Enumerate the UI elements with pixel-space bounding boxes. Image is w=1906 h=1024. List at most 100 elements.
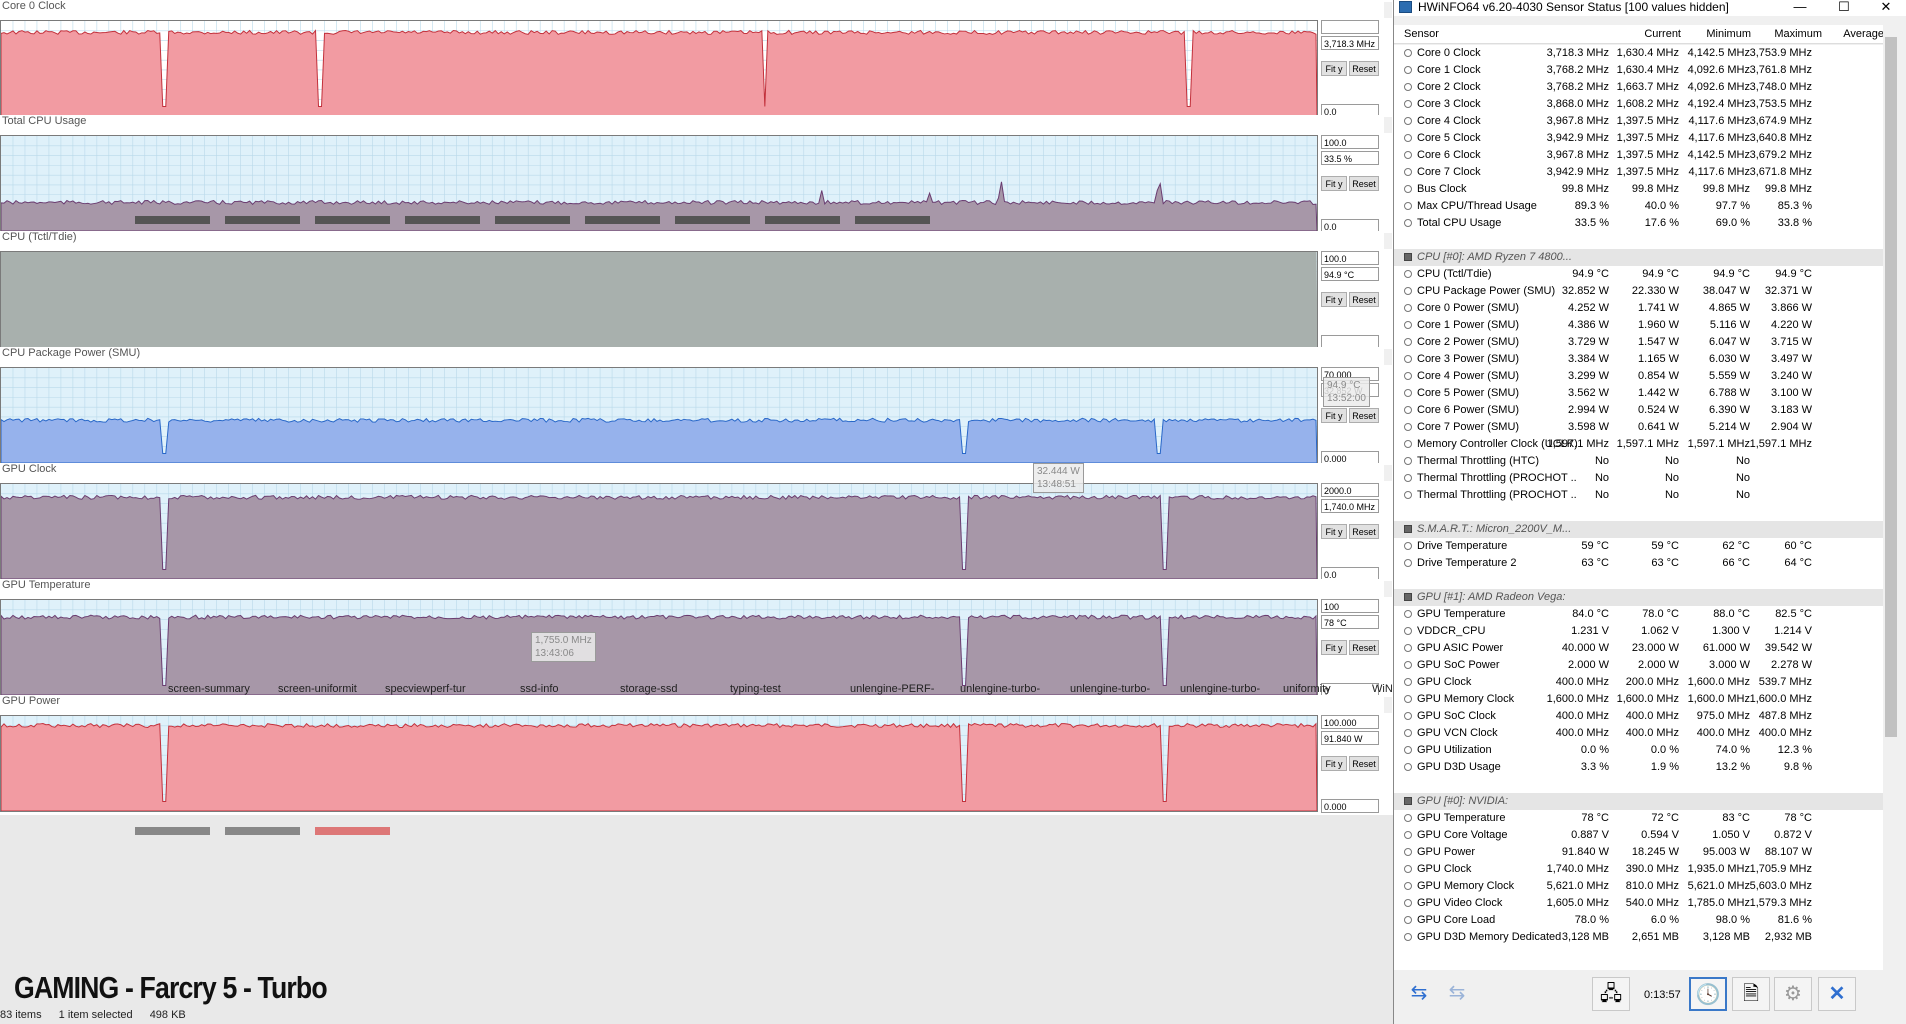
sensor-row[interactable]: Thermal Throttling (PROCHOT ... No No No	[1394, 470, 1884, 487]
sensor-row[interactable]: Total CPU Usage 33.5 % 17.6 % 69.0 % 33.8 %	[1394, 215, 1884, 232]
graph-min-field[interactable]: 0.000	[1321, 799, 1379, 813]
reset-button[interactable]: Reset	[1349, 524, 1379, 539]
fit-y-button[interactable]: Fit y	[1321, 176, 1347, 191]
sensor-minimum: 6.0 %	[1650, 914, 1679, 926]
graph-max-field[interactable]: 100	[1321, 599, 1379, 613]
col-sensor[interactable]: Sensor	[1404, 28, 1439, 40]
sensor-row[interactable]: Core 7 Power (SMU) 3.598 W 0.641 W 5.214 W2…	[1394, 419, 1884, 436]
reset-button[interactable]: Reset	[1349, 61, 1379, 76]
sensor-row[interactable]: Core 4 Power (SMU) 3.299 W 0.854 W 5.559 W3…	[1394, 368, 1884, 385]
sensor-row[interactable]: Memory Controller Clock (UCLK) 1,597.1 MH…	[1394, 436, 1884, 453]
maximize-button[interactable]: ☐	[1822, 0, 1866, 16]
sensor-row[interactable]: Core 1 Power (SMU) 4.386 W 1.960 W 5.116 W4…	[1394, 317, 1884, 334]
sensor-row[interactable]: VDDCR_CPU 1.231 V 1.062 V 1.300 V 1.214 V	[1394, 623, 1884, 640]
sensor-row[interactable]: Core 5 Clock 3,942.9 MHz 1,397.5 MHz 4,117.…	[1394, 130, 1884, 147]
fit-y-button[interactable]: Fit y	[1321, 408, 1347, 423]
sensor-row[interactable]: Core 6 Clock 3,967.8 MHz 1,397.5 MHz 4,142.…	[1394, 147, 1884, 164]
clock-icon[interactable]: 🕓	[1689, 977, 1727, 1011]
scrollbar-thumb[interactable]	[1885, 37, 1897, 737]
col-average[interactable]: Average	[1812, 28, 1884, 40]
sensor-row[interactable]: Core 1 Clock 3,768.2 MHz 1,630.4 MHz 4,092.…	[1394, 62, 1884, 79]
sensor-row[interactable]: GPU SoC Clock 400.0 MHz 400.0 MHz 975.0 MHz…	[1394, 708, 1884, 725]
graph-max-field[interactable]: 100.000	[1321, 715, 1379, 729]
reset-button[interactable]: Reset	[1349, 640, 1379, 655]
nav-left-right-icon[interactable]: ⇆	[1400, 977, 1438, 1011]
fit-y-button[interactable]: Fit y	[1321, 61, 1347, 76]
sensor-row[interactable]: GPU Utilization 0.0 % 0.0 % 74.0 % 12.3 %	[1394, 742, 1884, 759]
explorer-file-name[interactable]: uniformity	[1283, 683, 1331, 695]
reset-button[interactable]: Reset	[1349, 756, 1379, 771]
minimize-button[interactable]: —	[1778, 0, 1822, 16]
sensor-row[interactable]: CPU Package Power (SMU) 32.852 W 22.330 W3…	[1394, 283, 1884, 300]
sensor-row[interactable]: GPU Core Voltage 0.887 V 0.594 V 1.050 V 0.8…	[1394, 827, 1884, 844]
explorer-file-name[interactable]: screen-summary	[168, 683, 250, 695]
sensor-row[interactable]: Bus Clock 99.8 MHz 99.8 MHz 99.8 MHz 99.8 MH…	[1394, 181, 1884, 198]
fit-y-button[interactable]: Fit y	[1321, 524, 1347, 539]
sensor-row[interactable]: GPU Memory Clock 5,621.0 MHz 810.0 MHz 5,62…	[1394, 878, 1884, 895]
sensor-row[interactable]: GPU D3D Memory Dedicated 3,128 MB 2,651 MB…	[1394, 929, 1884, 946]
graph-max-field[interactable]: 100.0	[1321, 135, 1379, 149]
fit-y-button[interactable]: Fit y	[1321, 640, 1347, 655]
sensor-row[interactable]: Core 0 Power (SMU) 4.252 W 1.741 W 4.865 W3…	[1394, 300, 1884, 317]
report-icon[interactable]: 🗎	[1732, 977, 1770, 1011]
sensor-row[interactable]: Core 4 Clock 3,967.8 MHz 1,397.5 MHz 4,117.…	[1394, 113, 1884, 130]
sensor-row[interactable]: Max CPU/Thread Usage 89.3 % 40.0 % 97.7 % 85…	[1394, 198, 1884, 215]
explorer-file-name[interactable]: typing-test	[730, 683, 781, 695]
explorer-file-name[interactable]: storage-ssd	[620, 683, 677, 695]
graph-max-field[interactable]: 100.0	[1321, 251, 1379, 265]
sensor-row[interactable]: GPU SoC Power 2.000 W 2.000 W 3.000 W 2.278 …	[1394, 657, 1884, 674]
explorer-file-name[interactable]: unlengine-turbo-	[1180, 683, 1260, 695]
sensor-group-row[interactable]: CPU [#0]: AMD Ryzen 7 4800...	[1394, 249, 1884, 266]
sensor-group-row[interactable]: S.M.A.R.T.: Micron_2200V_M...	[1394, 521, 1884, 538]
sensor-row[interactable]: GPU Core Load 78.0 % 6.0 % 98.0 % 81.6 %	[1394, 912, 1884, 929]
sensor-row[interactable]: Core 6 Power (SMU) 2.994 W 0.524 W 6.390 W3…	[1394, 402, 1884, 419]
fit-y-button[interactable]: Fit y	[1321, 292, 1347, 307]
explorer-file-name[interactable]: specviewperf-tur	[385, 683, 466, 695]
graph-max-field[interactable]	[1321, 20, 1379, 34]
reset-button[interactable]: Reset	[1349, 292, 1379, 307]
col-minimum[interactable]: Minimum	[1679, 28, 1751, 40]
sensor-row[interactable]: Core 2 Clock 3,768.2 MHz 1,663.7 MHz 4,092.…	[1394, 79, 1884, 96]
sensor-row[interactable]: Core 7 Clock 3,942.9 MHz 1,397.5 MHz 4,117.…	[1394, 164, 1884, 181]
close-icon[interactable]: ✕	[1818, 977, 1856, 1011]
nav-right-icon[interactable]: ⇆	[1438, 977, 1476, 1011]
explorer-file-name[interactable]: screen-uniformit	[278, 683, 357, 695]
network-icon[interactable]: 🖧	[1592, 977, 1630, 1011]
sensor-row[interactable]: GPU Power 91.840 W 18.245 W 95.003 W 88.107 …	[1394, 844, 1884, 861]
sensor-row[interactable]: Drive Temperature 59 °C 59 °C 62 °C 60 °C	[1394, 538, 1884, 555]
explorer-file-name[interactable]: ssd-info	[520, 683, 559, 695]
sensor-group-row[interactable]: GPU [#1]: AMD Radeon Vega:	[1394, 589, 1884, 606]
explorer-file-name[interactable]: unlengine-turbo-	[960, 683, 1040, 695]
sensor-row[interactable]: CPU (Tctl/Tdie) 94.9 °C 94.9 °C 94.9 °C 94.9…	[1394, 266, 1884, 283]
sensor-row[interactable]: GPU Memory Clock 1,600.0 MHz 1,600.0 MHz 1,…	[1394, 691, 1884, 708]
sensor-row[interactable]: Core 3 Power (SMU) 3.384 W 1.165 W 6.030 W3…	[1394, 351, 1884, 368]
sensor-row[interactable]: GPU Temperature 84.0 °C 78.0 °C 88.0 °C 82.5…	[1394, 606, 1884, 623]
explorer-file-name[interactable]: WiN	[1372, 683, 1393, 695]
sensor-group-row[interactable]: GPU [#0]: NVIDIA:	[1394, 793, 1884, 810]
fit-y-button[interactable]: Fit y	[1321, 756, 1347, 771]
sensor-row[interactable]: GPU D3D Usage 3.3 % 1.9 % 13.2 % 9.8 %	[1394, 759, 1884, 776]
sensor-row[interactable]: Drive Temperature 2 63 °C 63 °C 66 °C 64 °C	[1394, 555, 1884, 572]
close-window-button[interactable]: ✕	[1864, 0, 1906, 16]
explorer-file-name[interactable]: unlengine-turbo-	[1070, 683, 1150, 695]
sensor-row[interactable]: Thermal Throttling (HTC) No No No	[1394, 453, 1884, 470]
sensor-row[interactable]: Core 3 Clock 3,868.0 MHz 1,608.2 MHz 4,192.…	[1394, 96, 1884, 113]
sensor-row[interactable]: Thermal Throttling (PROCHOT ... No No No	[1394, 487, 1884, 504]
graph-max-field[interactable]: 2000.0	[1321, 483, 1379, 497]
reset-button[interactable]: Reset	[1349, 408, 1379, 423]
hwinfo-titlebar[interactable]: HWiNFO64 v6.20-4030 Sensor Status [100 v…	[1394, 0, 1906, 16]
col-current[interactable]: Current	[1609, 28, 1681, 40]
sensor-row[interactable]: GPU ASIC Power 40.000 W 23.000 W 61.000 W 39…	[1394, 640, 1884, 657]
sensor-row[interactable]: Core 5 Power (SMU) 3.562 W 1.442 W 6.788 W3…	[1394, 385, 1884, 402]
sensor-scrollbar[interactable]	[1883, 25, 1899, 970]
explorer-file-name[interactable]: unlengine-PERF-	[850, 683, 934, 695]
sensor-row[interactable]: GPU Video Clock 1,605.0 MHz 540.0 MHz 1,785…	[1394, 895, 1884, 912]
sensor-row[interactable]: GPU VCN Clock 400.0 MHz 400.0 MHz 400.0 MHz…	[1394, 725, 1884, 742]
sensor-row[interactable]: Core 0 Clock 3,718.3 MHz 1,630.4 MHz 4,142.…	[1394, 45, 1884, 62]
sensor-row[interactable]: GPU Clock 400.0 MHz 200.0 MHz 1,600.0 MHz 53…	[1394, 674, 1884, 691]
reset-button[interactable]: Reset	[1349, 176, 1379, 191]
settings-icon[interactable]: ⚙	[1774, 977, 1812, 1011]
sensor-row[interactable]: GPU Clock 1,740.0 MHz 390.0 MHz 1,935.0 MHz…	[1394, 861, 1884, 878]
sensor-row[interactable]: GPU Temperature 78 °C 72 °C 83 °C 78 °C	[1394, 810, 1884, 827]
sensor-row[interactable]: Core 2 Power (SMU) 3.729 W 1.547 W 6.047 W3…	[1394, 334, 1884, 351]
